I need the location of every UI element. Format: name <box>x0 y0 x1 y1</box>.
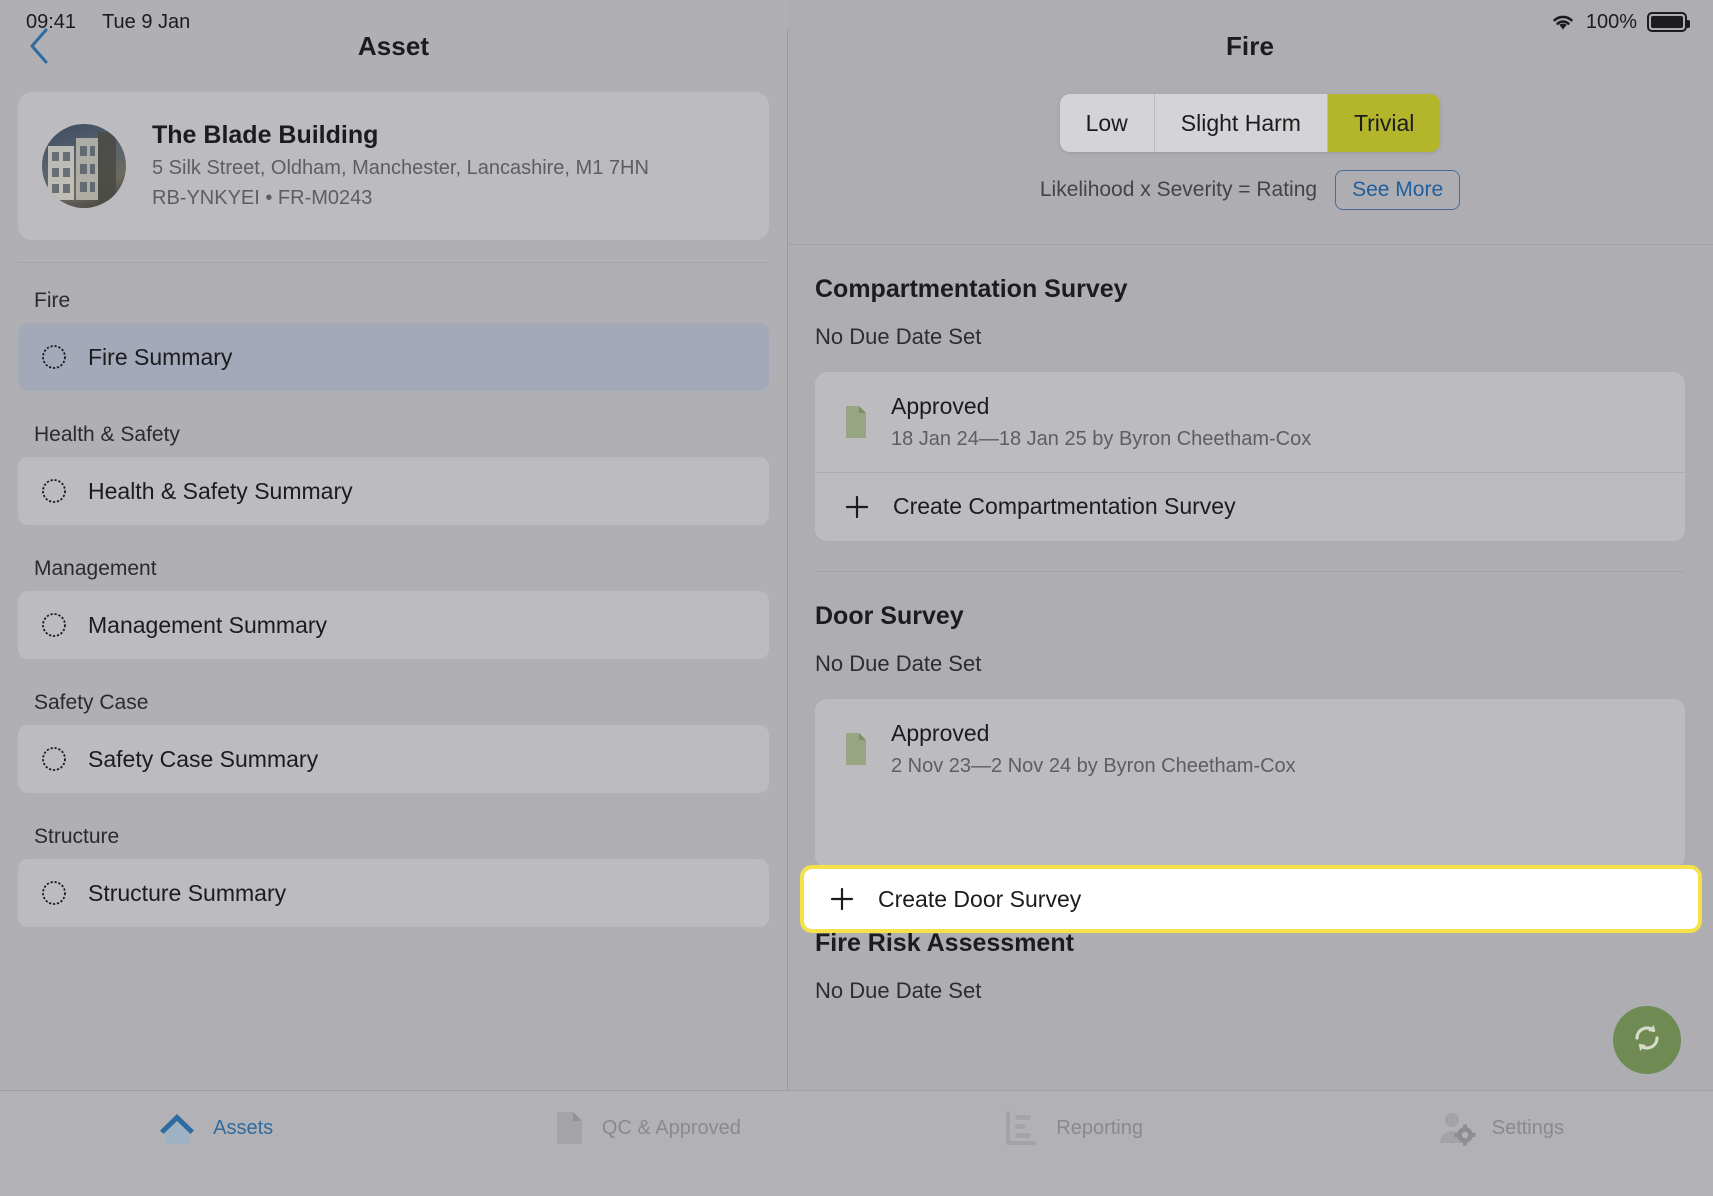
record-status: Approved <box>891 393 990 419</box>
tab-label: Assets <box>213 1116 274 1139</box>
risk-rating-header: Low Slight Harm Trivial Likelihood x Sev… <box>787 92 1713 210</box>
sidebar-group-label: Management <box>34 557 157 580</box>
report-icon <box>998 1106 1042 1150</box>
section-due-date: No Due Date Set <box>815 977 982 1003</box>
scalloped-circle-icon <box>40 879 68 907</box>
plus-icon <box>843 493 871 521</box>
see-more-button[interactable]: See More <box>1335 170 1461 210</box>
section-card: Approved 18 Jan 24—18 Jan 25 by Byron Ch… <box>815 372 1685 541</box>
tab-assets[interactable]: Assets <box>0 1091 428 1165</box>
status-bar-right: 100% <box>1550 10 1690 34</box>
risk-formula-label: Likelihood x Severity = Rating <box>1039 178 1318 201</box>
section-compartmentation-survey: Compartmentation Survey No Due Date Set … <box>787 245 1713 572</box>
sidebar-group-fire: Fire Fire Summary <box>18 289 769 391</box>
asset-details: The Blade Building 5 Silk Street, Oldham… <box>152 120 649 211</box>
person-gear-icon <box>1434 1106 1478 1150</box>
sidebar-item-structure-summary[interactable]: Structure Summary <box>18 859 769 927</box>
risk-segmented-control[interactable]: Low Slight Harm Trivial <box>1059 94 1441 152</box>
scalloped-circle-icon <box>40 477 68 505</box>
sidebar-group-safety-case: Safety Case Safety Case Summary <box>18 691 769 793</box>
scalloped-circle-icon <box>40 611 68 639</box>
section-title: Compartmentation Survey <box>815 275 1128 303</box>
sidebar-item-label: Fire Summary <box>88 343 233 370</box>
sidebar-item-label: Management Summary <box>88 611 328 638</box>
tab-reporting[interactable]: Reporting <box>857 1091 1285 1165</box>
refresh-button[interactable] <box>1613 1006 1681 1074</box>
section-title: Door Survey <box>815 601 964 630</box>
sidebar-divider <box>18 262 769 263</box>
status-bar-left: 09:41 Tue 9 Jan <box>26 11 190 34</box>
risk-formula-row: Likelihood x Severity = Rating See More <box>1039 170 1461 210</box>
survey-record-row[interactable]: Approved 18 Jan 24—18 Jan 25 by Byron Ch… <box>815 372 1685 472</box>
tab-label: QC & Approved <box>601 1116 741 1139</box>
record-detail: 2 Nov 23—2 Nov 24 by Byron Cheetham-Cox <box>891 754 1296 777</box>
battery-percent-label: 100% <box>1585 10 1637 33</box>
fire-pane: Fire Low Slight Harm Trivial Likelihood … <box>787 0 1713 1196</box>
battery-icon <box>1647 12 1690 32</box>
asset-name: The Blade Building <box>152 121 379 150</box>
sidebar-group-label: Structure <box>34 825 120 848</box>
section-title: Fire Risk Assessment <box>815 928 1074 957</box>
asset-pane: Asset The Blade Building 5 Silk Street, … <box>0 0 787 1196</box>
segment-trivial[interactable]: Trivial <box>1327 94 1441 152</box>
document-icon <box>843 405 869 439</box>
status-time: 09:41 <box>26 10 77 33</box>
document-icon <box>843 732 869 766</box>
asset-summary-card[interactable]: The Blade Building 5 Silk Street, Oldham… <box>18 92 769 240</box>
segment-slight-harm[interactable]: Slight Harm <box>1154 94 1328 152</box>
create-compartmentation-survey-button[interactable]: Create Compartmentation Survey <box>815 471 1685 541</box>
sidebar-group-label: Safety Case <box>34 691 149 714</box>
section-door-survey: Door Survey No Due Date Set Approved 2 N… <box>787 572 1713 899</box>
split-view-divider[interactable] <box>787 30 788 1196</box>
document-icon <box>544 1106 588 1150</box>
status-date: Tue 9 Jan <box>102 10 191 33</box>
record-status: Approved <box>891 719 990 746</box>
tab-settings[interactable]: Settings <box>1285 1091 1713 1165</box>
sidebar-group-label: Health & Safety <box>34 423 180 446</box>
asset-address: 5 Silk Street, Oldham, Manchester, Lanca… <box>152 156 649 179</box>
home-icon <box>155 1106 199 1150</box>
sidebar-item-label: Health & Safety Summary <box>88 477 353 504</box>
sidebar-item-management-summary[interactable]: Management Summary <box>18 591 769 659</box>
section-due-date: No Due Date Set <box>815 324 982 349</box>
record-text: Approved 2 Nov 23—2 Nov 24 by Byron Chee… <box>891 719 1296 779</box>
sidebar-item-health-safety-summary[interactable]: Health & Safety Summary <box>18 457 769 525</box>
scalloped-circle-icon <box>40 745 68 773</box>
segment-low[interactable]: Low <box>1059 94 1155 152</box>
survey-record-row[interactable]: Approved 2 Nov 23—2 Nov 24 by Byron Chee… <box>815 699 1685 799</box>
tab-label: Reporting <box>1056 1116 1143 1139</box>
record-text: Approved 18 Jan 24—18 Jan 25 by Byron Ch… <box>891 392 1311 452</box>
sidebar-item-label: Safety Case Summary <box>88 745 319 772</box>
tab-bar: Assets QC & Approved Reporting Settings <box>0 1090 1713 1196</box>
create-button-label: Create Compartmentation Survey <box>893 493 1236 520</box>
app-root: 09:41 Tue 9 Jan 100% Asset The Blade Bui… <box>0 0 1713 1196</box>
tab-label: Settings <box>1491 1116 1564 1139</box>
section-card: Approved 2 Nov 23—2 Nov 24 by Byron Chee… <box>815 698 1685 868</box>
asset-sidebar-list: Fire Fire Summary Health & Safety Health… <box>0 262 787 927</box>
tab-qc-approved[interactable]: QC & Approved <box>428 1091 856 1165</box>
wifi-icon <box>1550 12 1576 32</box>
asset-reference: RB-YNKYEI • FR-M0243 <box>152 186 373 209</box>
avatar <box>42 124 126 208</box>
scalloped-circle-icon <box>40 343 68 371</box>
refresh-icon <box>1630 1021 1664 1060</box>
sidebar-group-management: Management Management Summary <box>18 557 769 659</box>
sidebar-item-label: Structure Summary <box>88 879 287 906</box>
create-button-label: Create Door Survey <box>878 885 1082 912</box>
section-due-date: No Due Date Set <box>815 650 982 676</box>
sidebar-item-fire-summary[interactable]: Fire Summary <box>18 323 769 391</box>
status-bar: 09:41 Tue 9 Jan 100% <box>0 0 1713 44</box>
sidebar-group-label: Fire <box>34 289 71 312</box>
create-door-survey-button[interactable]: Create Door Survey <box>800 865 1702 933</box>
sidebar-group-structure: Structure Structure Summary <box>18 825 769 927</box>
sidebar-group-health-safety: Health & Safety Health & Safety Summary <box>18 423 769 525</box>
record-detail: 18 Jan 24—18 Jan 25 by Byron Cheetham-Co… <box>891 427 1312 450</box>
sidebar-item-safety-case-summary[interactable]: Safety Case Summary <box>18 725 769 793</box>
plus-icon <box>828 885 856 913</box>
